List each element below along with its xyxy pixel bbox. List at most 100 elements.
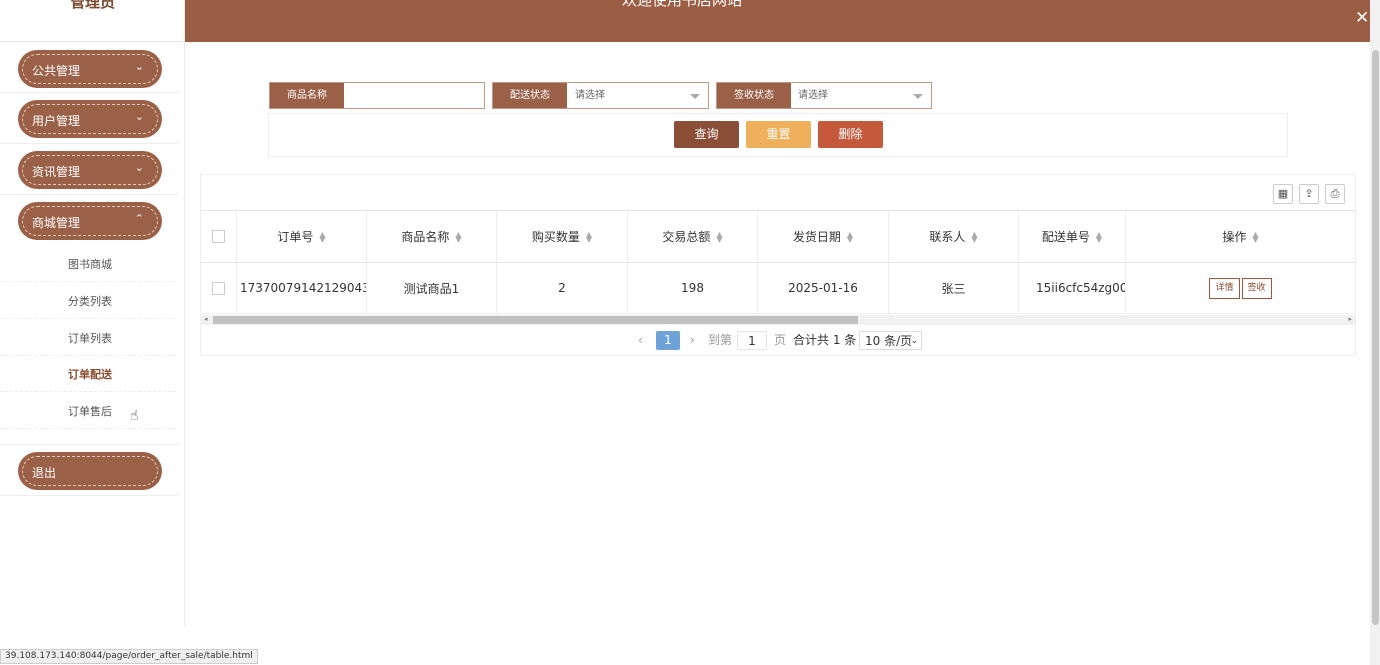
submenu-label: 订单配送 bbox=[68, 368, 112, 381]
cell-total: 198 bbox=[628, 263, 758, 313]
chevron-down-icon: ⌄ bbox=[134, 60, 144, 73]
sidebar: 管理员 公共管理 ⌄ 用户管理 ⌄ 资讯管理 ⌄ 商城管理 ⌃ 图书商城 分类列… bbox=[0, 0, 185, 627]
hand-cursor-icon: ☝ bbox=[130, 408, 139, 424]
menu-label: 商城管理 bbox=[32, 216, 81, 230]
sign-status-label: 签收状态 bbox=[717, 83, 791, 108]
sidebar-item-category-list[interactable]: 分类列表 bbox=[0, 282, 176, 319]
page-size-value: 10 条/页 bbox=[865, 334, 913, 348]
cell-ship-date: 2025-01-16 bbox=[758, 263, 889, 313]
scroll-right-icon[interactable]: ▸ bbox=[1348, 315, 1352, 323]
column-header-contact[interactable]: 联系人 ▲ ▼ bbox=[889, 211, 1019, 262]
total-count: 合计共 1 条 bbox=[793, 333, 857, 347]
sort-icon[interactable]: ▲ ▼ bbox=[716, 230, 722, 243]
detail-button[interactable]: 详情 bbox=[1209, 277, 1240, 299]
menu-group-shop: 商城管理 ⌃ 图书商城 分类列表 订单列表 订单配送 订单售后 bbox=[0, 195, 178, 445]
sidebar-logo: 管理员 bbox=[0, 0, 185, 42]
reset-button[interactable]: 重置 bbox=[746, 121, 811, 148]
row-checkbox[interactable] bbox=[212, 281, 225, 295]
cell-quantity: 2 bbox=[497, 263, 628, 313]
column-header-quantity[interactable]: 购买数量 ▲ ▼ bbox=[497, 211, 628, 262]
scrollbar-thumb[interactable] bbox=[1372, 50, 1379, 625]
scrollbar-thumb[interactable] bbox=[213, 316, 858, 324]
sort-icon[interactable]: ▲ ▼ bbox=[1252, 230, 1258, 243]
top-header: 欢迎使用书店网站 bbox=[185, 0, 1370, 42]
logout-button[interactable]: 退出 bbox=[18, 452, 162, 490]
row-select-cell bbox=[201, 263, 237, 313]
sign-button[interactable]: 签收 bbox=[1241, 277, 1272, 299]
header-title: 欢迎使用书店网站 bbox=[622, 0, 743, 9]
menu-button-users[interactable]: 用户管理 ⌄ bbox=[18, 100, 162, 138]
goto-label: 到第 bbox=[708, 333, 733, 347]
delivery-status-select[interactable]: 请选择 bbox=[575, 83, 695, 108]
delete-button[interactable]: 删除 bbox=[818, 121, 883, 148]
column-title: 联系人 bbox=[929, 230, 966, 244]
export-icon[interactable]: ⇪ bbox=[1299, 184, 1319, 204]
caret-down-icon bbox=[690, 94, 700, 99]
delivery-status-label: 配送状态 bbox=[493, 83, 567, 108]
chevron-up-icon: ⌃ bbox=[134, 212, 144, 225]
sidebar-item-order-aftersale[interactable]: 订单售后 bbox=[0, 392, 176, 429]
print-icon[interactable]: ⎙ bbox=[1325, 184, 1345, 204]
submenu-label: 图书商城 bbox=[68, 258, 112, 271]
menu-label: 资讯管理 bbox=[32, 165, 81, 179]
page-unit-label: 页 bbox=[774, 333, 787, 347]
menu-group-public: 公共管理 ⌄ bbox=[0, 42, 178, 93]
chevron-down-icon: ⌄ bbox=[134, 110, 144, 123]
caret-down-icon bbox=[913, 94, 923, 99]
cell-contact: 张三 bbox=[889, 263, 1019, 313]
app-root: 欢迎使用书店网站 管理员 公共管理 ⌄ 用户管理 ⌄ 资讯管理 ⌄ 商城管理 ⌃… bbox=[0, 0, 1380, 665]
status-url: 39.108.173.140:8044/page/order_after_sal… bbox=[0, 649, 258, 664]
menu-group-logout: 退出 bbox=[0, 445, 178, 496]
vertical-scrollbar[interactable] bbox=[1370, 0, 1380, 665]
column-header-order-no[interactable]: 订单号 ▲ ▼ bbox=[237, 211, 367, 262]
menu-button-shop[interactable]: 商城管理 ⌃ bbox=[18, 202, 162, 240]
column-header-product[interactable]: 商品名称 ▲ ▼ bbox=[367, 211, 497, 262]
page-size-select[interactable]: 10 条/页 ⌄ bbox=[859, 331, 922, 350]
horizontal-scrollbar[interactable]: ◂ ▸ bbox=[201, 315, 1355, 325]
logo-text: 管理员 bbox=[70, 0, 116, 11]
column-title: 订单号 bbox=[277, 230, 314, 244]
submenu-label: 订单售后 bbox=[68, 405, 112, 418]
column-header-actions[interactable]: 操作 ▲ ▼ bbox=[1126, 211, 1355, 262]
sidebar-item-book-mall[interactable]: 图书商城 bbox=[0, 245, 176, 282]
logout-label: 退出 bbox=[32, 466, 57, 480]
sign-status-search: 签收状态 请选择 bbox=[716, 82, 932, 109]
product-name-input[interactable] bbox=[348, 83, 478, 108]
select-all-checkbox[interactable] bbox=[212, 230, 225, 243]
product-name-search: 商品名称 bbox=[269, 82, 485, 109]
sort-icon[interactable]: ▲ ▼ bbox=[1096, 230, 1102, 243]
cell-product: 测试商品1 bbox=[367, 263, 497, 313]
next-page-icon[interactable]: › bbox=[690, 331, 695, 350]
menu-button-news[interactable]: 资讯管理 ⌄ bbox=[18, 151, 162, 189]
sort-icon[interactable]: ▲ ▼ bbox=[455, 230, 461, 243]
column-title: 商品名称 bbox=[401, 230, 450, 244]
column-header-total[interactable]: 交易总额 ▲ ▼ bbox=[628, 211, 758, 262]
prev-page-icon[interactable]: ‹ bbox=[638, 331, 643, 350]
columns-filter-icon[interactable]: ▦ bbox=[1273, 184, 1293, 204]
close-icon[interactable]: ✕ bbox=[1355, 8, 1369, 28]
scroll-left-icon[interactable]: ◂ bbox=[204, 315, 208, 323]
chevron-down-icon: ⌄ bbox=[910, 336, 918, 346]
sort-icon[interactable]: ▲ ▼ bbox=[586, 230, 592, 243]
product-name-label: 商品名称 bbox=[270, 83, 344, 108]
sidebar-item-order-list[interactable]: 订单列表 bbox=[0, 319, 176, 356]
column-header-ship-date[interactable]: 发货日期 ▲ ▼ bbox=[758, 211, 889, 262]
sort-icon[interactable]: ▲ ▼ bbox=[319, 230, 325, 243]
sign-status-select[interactable]: 请选择 bbox=[798, 83, 918, 108]
sort-icon[interactable]: ▲ ▼ bbox=[847, 230, 853, 243]
goto-page-input[interactable]: 1 bbox=[737, 331, 767, 350]
query-button[interactable]: 查询 bbox=[674, 121, 739, 148]
column-title: 操作 bbox=[1222, 230, 1247, 244]
menu-button-public[interactable]: 公共管理 ⌄ bbox=[18, 50, 162, 88]
column-title: 购买数量 bbox=[531, 230, 580, 244]
select-all-cell bbox=[201, 211, 237, 262]
table-row: 1737007914212904308 测试商品1 2 198 2025-01-… bbox=[201, 263, 1355, 314]
column-header-delivery-no[interactable]: 配送单号 ▲ ▼ bbox=[1019, 211, 1126, 262]
cell-delivery-no: 15ii6cfc54zg0000 bbox=[1019, 263, 1126, 313]
sidebar-item-order-delivery[interactable]: 订单配送 bbox=[0, 355, 176, 392]
column-title: 交易总额 bbox=[662, 230, 711, 244]
page-number-current[interactable]: 1 bbox=[656, 331, 680, 350]
chevron-down-icon: ⌄ bbox=[134, 161, 144, 174]
sort-icon[interactable]: ▲ ▼ bbox=[971, 230, 977, 243]
table-header: 订单号 ▲ ▼ 商品名称 ▲ ▼ 购买数量 ▲ ▼ 交易总额 ▲ ▼ 发货日期 ▲ ▼ 联系人 ▲ ▼ … bbox=[201, 210, 1355, 263]
